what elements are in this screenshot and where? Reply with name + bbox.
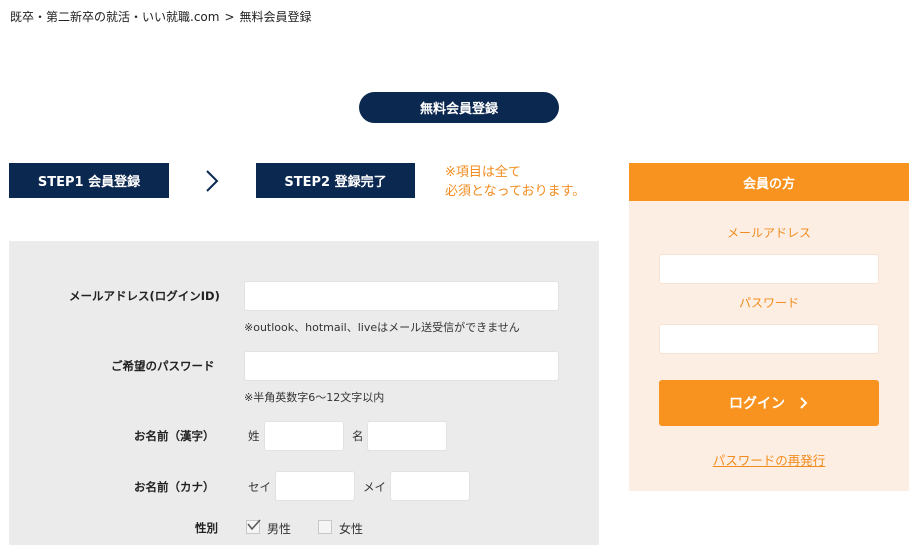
gender-female-label[interactable]: 女性 <box>339 520 363 537</box>
member-header: 会員の方 <box>629 163 909 201</box>
checkmark-icon <box>247 519 261 531</box>
chevron-right-icon <box>206 170 219 192</box>
page-title: 無料会員登録 <box>359 92 559 123</box>
breadcrumb-home-link[interactable]: 既卒・第二新卒の就活・いい就職.com <box>10 10 219 24</box>
breadcrumb: 既卒・第二新卒の就活・いい就職.com > 無料会員登録 <box>10 8 312 25</box>
member-email-input[interactable] <box>659 254 879 284</box>
step-2-badge: STEP2 登録完了 <box>256 163 415 198</box>
breadcrumb-current: 無料会員登録 <box>239 10 312 24</box>
name-kana-label: お名前（カナ） <box>134 480 215 494</box>
gender-female-checkbox[interactable] <box>318 520 332 534</box>
email-field[interactable] <box>244 281 559 311</box>
login-button-label: ログイン <box>729 396 785 412</box>
password-field[interactable] <box>244 351 559 381</box>
last-name-kana-label: セイ <box>248 480 271 494</box>
password-reissue-link[interactable]: パスワードの再発行 <box>629 450 909 469</box>
required-note: ※項目は全て 必須となっております。 <box>445 163 585 201</box>
name-kanji-label: お名前（漢字） <box>134 429 215 443</box>
last-name-kanji-label: 姓 <box>248 429 260 443</box>
member-password-label: パスワード <box>738 296 799 310</box>
gender-label: 性別 <box>195 521 218 535</box>
required-note-line1: ※項目は全て <box>445 165 521 180</box>
login-button[interactable]: ログイン <box>659 380 879 426</box>
step-1-badge: STEP1 会員登録 <box>9 163 169 198</box>
first-name-kana-label: メイ <box>363 480 386 494</box>
email-label: メールアドレス(ログインID) <box>69 289 220 303</box>
first-name-kana-field[interactable] <box>390 471 470 501</box>
member-password-input[interactable] <box>659 324 879 354</box>
member-email-label: メールアドレス <box>726 226 811 240</box>
member-login-panel: 会員の方 メールアドレス パスワード ログイン パスワードの再発行 <box>629 163 909 491</box>
email-hint: ※outlook、hotmail、liveはメール送受信ができません <box>244 321 520 334</box>
chevron-right-icon <box>800 397 808 409</box>
breadcrumb-separator: > <box>224 10 235 24</box>
gender-male-label[interactable]: 男性 <box>267 520 291 537</box>
last-name-kana-field[interactable] <box>275 471 355 501</box>
required-note-line2: 必須となっております。 <box>445 184 586 199</box>
first-name-kanji-label: 名 <box>352 429 364 443</box>
password-label: ご希望のパスワード <box>111 359 215 373</box>
registration-form: メールアドレス(ログインID) ※outlook、hotmail、liveはメー… <box>9 241 599 545</box>
last-name-kanji-field[interactable] <box>264 421 344 451</box>
password-hint: ※半角英数字6〜12文字以内 <box>244 391 385 404</box>
first-name-kanji-field[interactable] <box>367 421 447 451</box>
